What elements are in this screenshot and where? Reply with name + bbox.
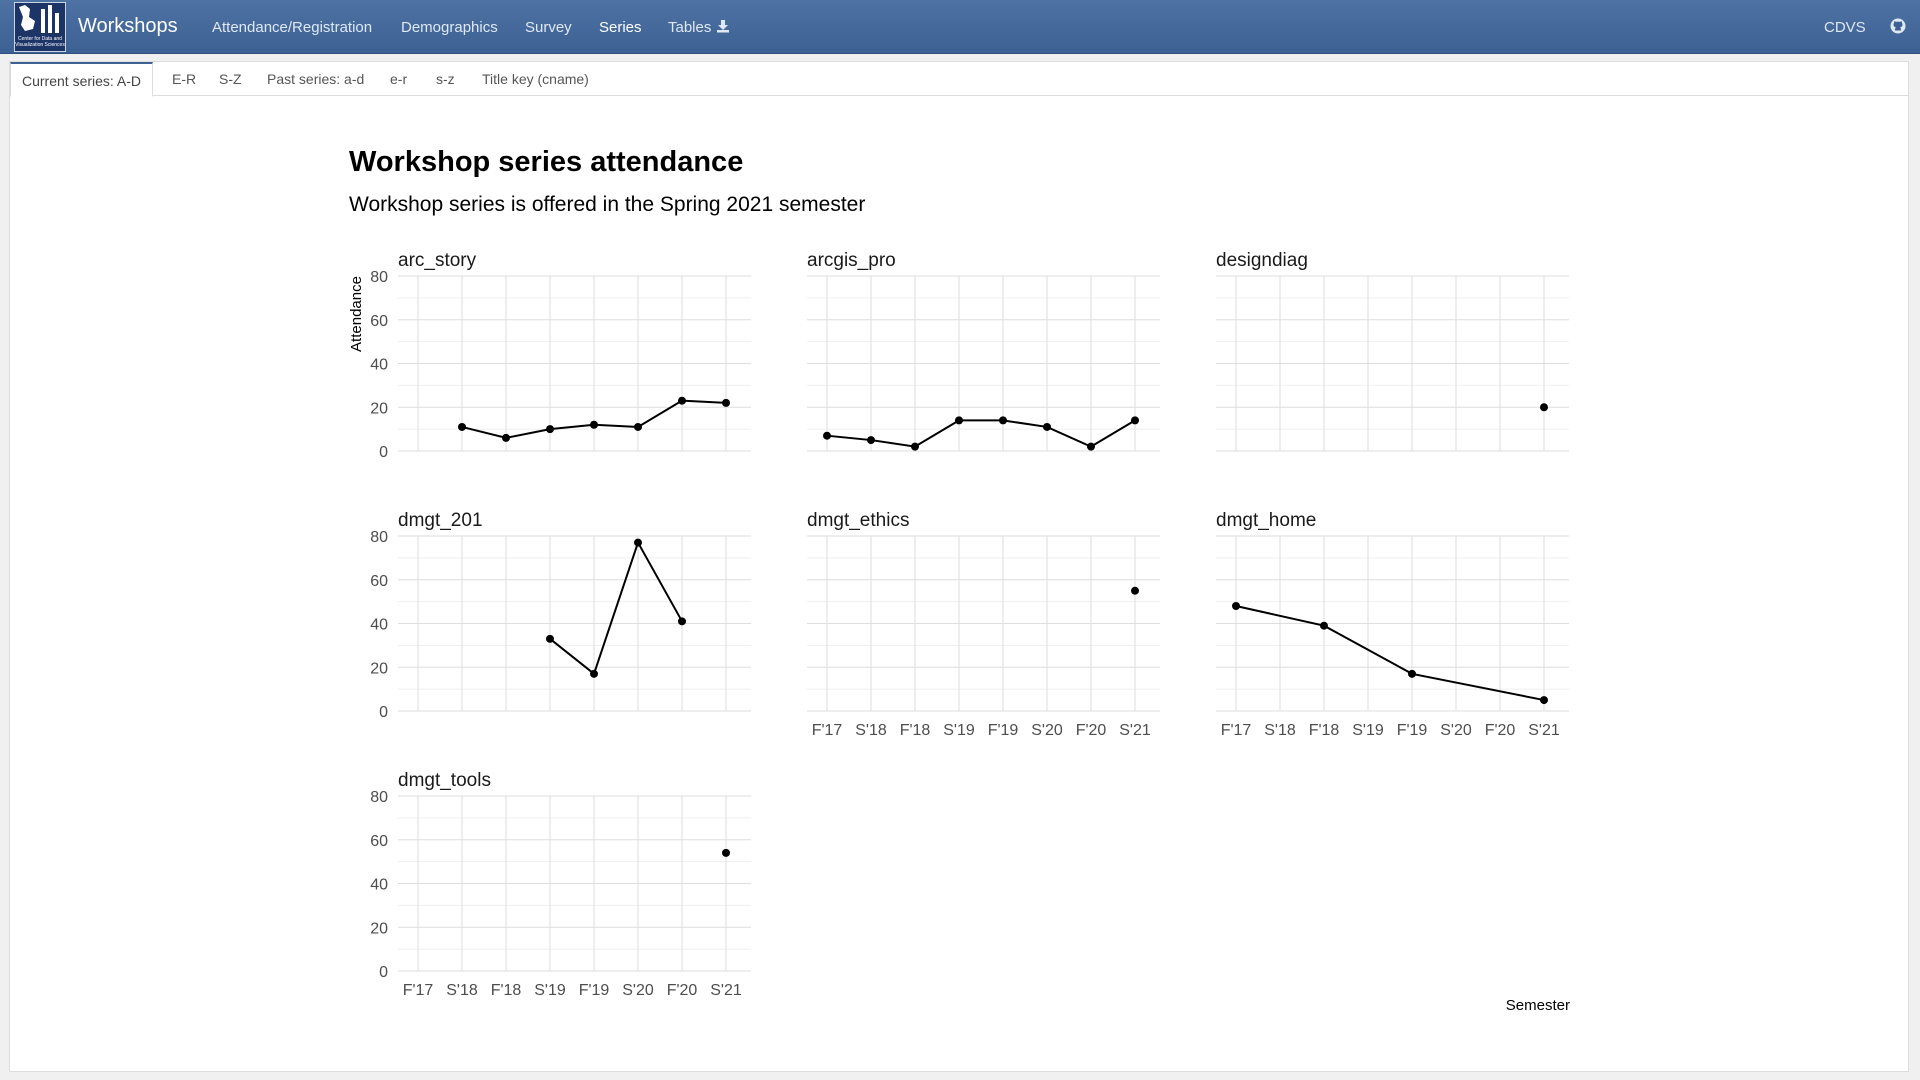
data-point <box>1087 442 1095 451</box>
y-axis-title: Attendance <box>348 276 365 352</box>
faceted-line-chart: arc_story 0 20 40 60 80 arcgis_pro designdiag dm… <box>348 250 1570 1014</box>
data-point <box>722 848 730 857</box>
facet-title: dmgt_home <box>1216 510 1316 531</box>
data-point <box>722 398 730 407</box>
series-line <box>1235 605 1545 702</box>
x-tick-label: F'17 <box>812 722 843 739</box>
facet-panel: dmgt_ethics F'17 S'18 F'18 S'19 F'19 S'20 F'20 S… <box>807 510 1160 739</box>
facet-panel: dmgt_home F'17 S'18 F'18 S'19 F'19 S'20 F'20 S'2… <box>1216 510 1569 739</box>
x-tick-label: S'19 <box>1352 722 1384 739</box>
data-point <box>590 420 598 429</box>
y-tick-label: 20 <box>370 920 388 937</box>
y-tick-label: 20 <box>370 400 388 417</box>
y-tick-label: 0 <box>379 704 388 721</box>
facet-title: arc_story <box>398 250 477 271</box>
y-tick-label: 80 <box>370 269 388 286</box>
y-tick-label: 60 <box>370 833 388 850</box>
data-point <box>1232 602 1240 610</box>
data-point <box>1131 586 1139 595</box>
data-point <box>1408 669 1416 678</box>
data-point <box>634 422 642 431</box>
facet-title: designdiag <box>1216 250 1308 271</box>
x-tick-label: S'20 <box>1031 722 1063 739</box>
data-point <box>1131 416 1139 425</box>
y-tick-label: 20 <box>370 660 388 677</box>
data-point <box>678 396 686 405</box>
data-point <box>1320 621 1328 630</box>
x-tick-label: S'19 <box>534 982 566 999</box>
facet-title: dmgt_ethics <box>807 510 909 531</box>
facet-panel: arc_story 0 20 40 60 80 <box>370 250 751 461</box>
y-tick-label: 40 <box>370 357 388 374</box>
x-tick-label: F'19 <box>579 982 610 999</box>
data-point <box>634 538 642 547</box>
x-tick-label: S'20 <box>1440 722 1472 739</box>
data-point <box>1043 422 1051 431</box>
facet-panel: dmgt_201 0 20 40 60 80 <box>370 510 751 721</box>
data-point <box>590 669 598 678</box>
facet-panel: arcgis_pro <box>807 250 1160 452</box>
data-point <box>1540 696 1548 705</box>
x-tick-label: S'18 <box>1264 722 1296 739</box>
y-tick-label: 60 <box>370 313 388 330</box>
data-point <box>458 422 466 431</box>
data-point <box>1540 403 1548 412</box>
x-tick-label: S'21 <box>1528 722 1560 739</box>
data-point <box>955 416 963 425</box>
facet-panel: designdiag <box>1216 250 1569 452</box>
data-point <box>502 433 510 442</box>
data-point <box>546 425 554 434</box>
x-tick-label: F'20 <box>667 982 698 999</box>
series-line <box>549 540 683 676</box>
data-point <box>911 442 919 451</box>
x-tick-label: S'20 <box>622 982 654 999</box>
x-tick-label: F'17 <box>403 982 434 999</box>
y-tick-label: 0 <box>379 444 388 461</box>
x-tick-label: F'18 <box>491 982 522 999</box>
x-tick-label: F'18 <box>900 722 931 739</box>
x-tick-label: S'21 <box>1119 722 1151 739</box>
x-tick-label: F'19 <box>988 722 1019 739</box>
x-tick-label: S'18 <box>446 982 478 999</box>
x-tick-label: S'21 <box>710 982 742 999</box>
x-axis-title: Semester <box>1506 997 1570 1014</box>
facet-title: dmgt_201 <box>398 510 483 531</box>
y-tick-label: 0 <box>379 964 388 981</box>
x-tick-label: F'18 <box>1309 722 1340 739</box>
facet-panel: dmgt_tools 0 20 40 60 80 F'17 S'18 F'18 S'19 F'19 S… <box>370 770 751 999</box>
y-tick-label: 80 <box>370 789 388 806</box>
data-point <box>546 634 554 643</box>
data-point <box>867 436 875 445</box>
data-point <box>823 431 831 440</box>
data-point <box>999 416 1007 425</box>
y-tick-label: 40 <box>370 877 388 894</box>
facet-title: dmgt_tools <box>398 770 491 791</box>
x-tick-label: F'20 <box>1076 722 1107 739</box>
data-point <box>678 617 686 626</box>
x-tick-label: S'18 <box>855 722 887 739</box>
x-tick-label: F'19 <box>1397 722 1428 739</box>
y-tick-label: 60 <box>370 573 388 590</box>
y-tick-label: 80 <box>370 529 388 546</box>
x-tick-label: S'19 <box>943 722 975 739</box>
y-tick-label: 40 <box>370 617 388 634</box>
x-tick-label: F'20 <box>1485 722 1516 739</box>
facet-title: arcgis_pro <box>807 250 896 271</box>
x-tick-label: F'17 <box>1221 722 1252 739</box>
